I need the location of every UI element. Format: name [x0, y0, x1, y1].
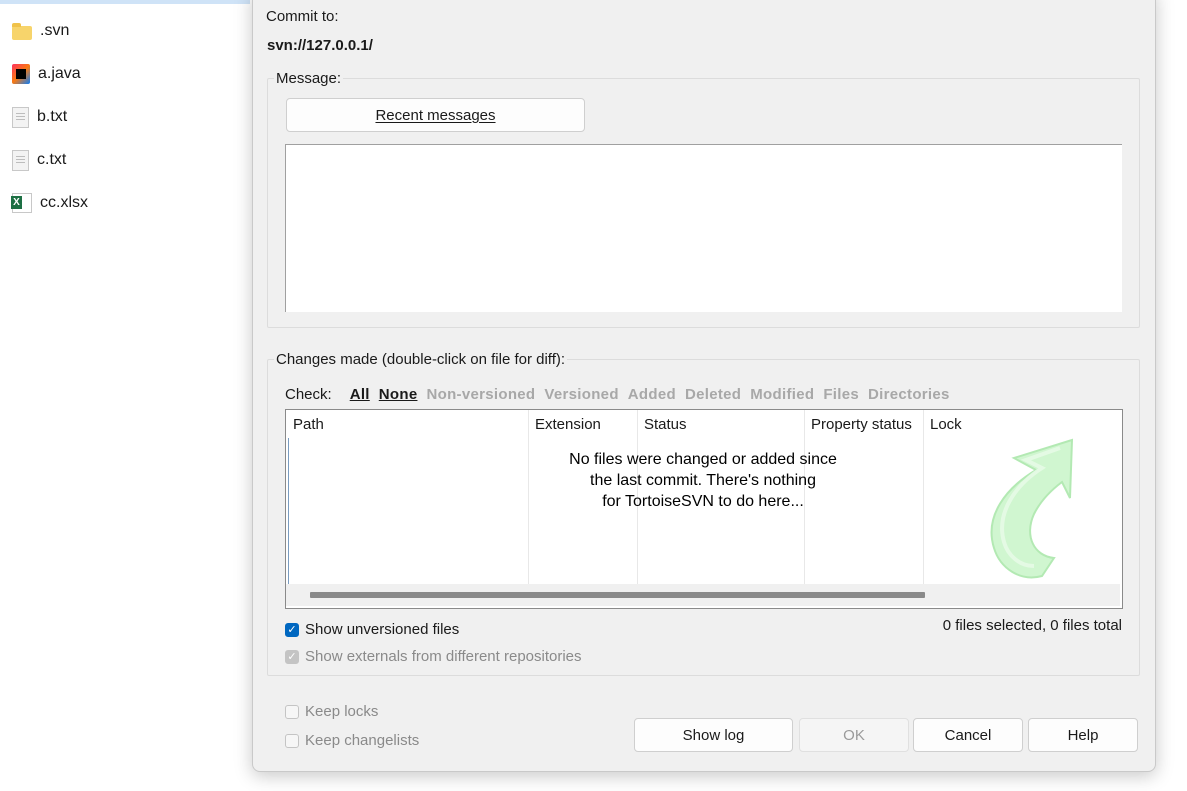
cancel-label: Cancel — [944, 726, 992, 744]
show-unversioned-label: Show unversioned files — [305, 621, 460, 638]
empty-message-line: the last commit. There's nothing — [590, 472, 816, 489]
ok-button[interactable]: OK — [799, 718, 909, 752]
file-item-cc-xlsx[interactable]: cc.xlsx — [11, 191, 88, 215]
file-item-svn[interactable]: .svn — [12, 19, 69, 43]
column-header-status[interactable]: Status — [637, 410, 804, 440]
column-separator — [923, 410, 924, 585]
commit-to-label: Commit to: — [266, 8, 339, 25]
show-externals-label: Show externals from different repositori… — [305, 648, 582, 665]
checkbox-box — [285, 733, 299, 748]
explorer-file-list: .svn a.java b.txt c.txt cc.xlsx — [0, 0, 250, 791]
check-non-versioned-link[interactable]: Non-versioned — [426, 386, 535, 403]
column-separator — [528, 410, 529, 585]
check-modified-link[interactable]: Modified — [750, 386, 814, 403]
check-all-link[interactable]: All — [350, 386, 370, 403]
show-externals-checkbox[interactable]: ✓ Show externals from different reposito… — [285, 648, 582, 665]
column-header-path[interactable]: Path — [286, 410, 528, 440]
check-links: Check: All None Non-versioned Versioned Added… — [285, 386, 959, 403]
file-item-c-txt[interactable]: c.txt — [12, 148, 66, 172]
focus-line — [288, 438, 289, 584]
column-header-property-status[interactable]: Property status — [804, 410, 923, 440]
checkmark-icon: ✓ — [285, 622, 299, 637]
check-label: Check: — [285, 386, 332, 403]
folder-icon — [12, 22, 32, 40]
changes-list[interactable]: Path Extension Status Property status Lo… — [285, 409, 1123, 609]
help-label: Help — [1067, 726, 1099, 744]
show-log-label: Show log — [682, 726, 745, 744]
changes-group-title: Changes made (double-click on file for d… — [274, 351, 568, 368]
file-item-a-java[interactable]: a.java — [12, 62, 81, 86]
empty-list-message: No files were changed or added since the… — [536, 449, 870, 512]
commit-dialog: Commit to: svn://127.0.0.1/ Message: Rec… — [252, 0, 1156, 772]
file-item-b-txt[interactable]: b.txt — [12, 105, 67, 129]
text-file-icon — [12, 149, 29, 171]
keep-locks-label: Keep locks — [305, 703, 379, 720]
message-group-title: Message: — [274, 70, 344, 87]
java-file-icon — [12, 64, 30, 84]
check-files-link[interactable]: Files — [823, 386, 859, 403]
keep-changelists-label: Keep changelists — [305, 732, 420, 749]
keep-locks-checkbox[interactable]: Keep locks — [285, 703, 378, 720]
recent-messages-label: Recent messages — [375, 106, 496, 124]
file-name: b.txt — [37, 108, 68, 125]
empty-message-line: No files were changed or added since — [569, 451, 837, 468]
empty-message-line: for TortoiseSVN to do here... — [602, 493, 804, 510]
show-unversioned-checkbox[interactable]: ✓ Show unversioned files — [285, 621, 459, 638]
show-log-button[interactable]: Show log — [634, 718, 793, 752]
checkbox-box — [285, 704, 299, 719]
check-none-link[interactable]: None — [379, 386, 418, 403]
checkmark-icon: ✓ — [285, 649, 299, 664]
explorer-selection-bar — [0, 0, 250, 4]
file-name: a.java — [38, 65, 81, 82]
text-file-icon — [12, 106, 29, 128]
check-versioned-link[interactable]: Versioned — [544, 386, 618, 403]
commit-url: svn://127.0.0.1/ — [267, 37, 373, 54]
message-input[interactable] — [285, 144, 1122, 312]
ok-label: OK — [843, 726, 865, 744]
cancel-button[interactable]: Cancel — [913, 718, 1023, 752]
file-name: cc.xlsx — [40, 194, 88, 211]
excel-file-icon — [11, 193, 32, 213]
files-count-status: 0 files selected, 0 files total — [942, 617, 1122, 634]
keep-changelists-checkbox[interactable]: Keep changelists — [285, 732, 419, 749]
check-directories-link[interactable]: Directories — [868, 386, 950, 403]
help-button[interactable]: Help — [1028, 718, 1138, 752]
column-header-extension[interactable]: Extension — [528, 410, 637, 440]
file-name: .svn — [40, 22, 70, 39]
tortoisesvn-watermark-arrow-icon — [990, 438, 1074, 579]
file-name: c.txt — [37, 151, 67, 168]
check-deleted-link[interactable]: Deleted — [685, 386, 741, 403]
recent-messages-button[interactable]: Recent messages — [286, 98, 585, 132]
check-added-link[interactable]: Added — [628, 386, 676, 403]
horizontal-scrollbar[interactable] — [286, 584, 1120, 606]
scrollbar-thumb[interactable] — [310, 592, 925, 598]
